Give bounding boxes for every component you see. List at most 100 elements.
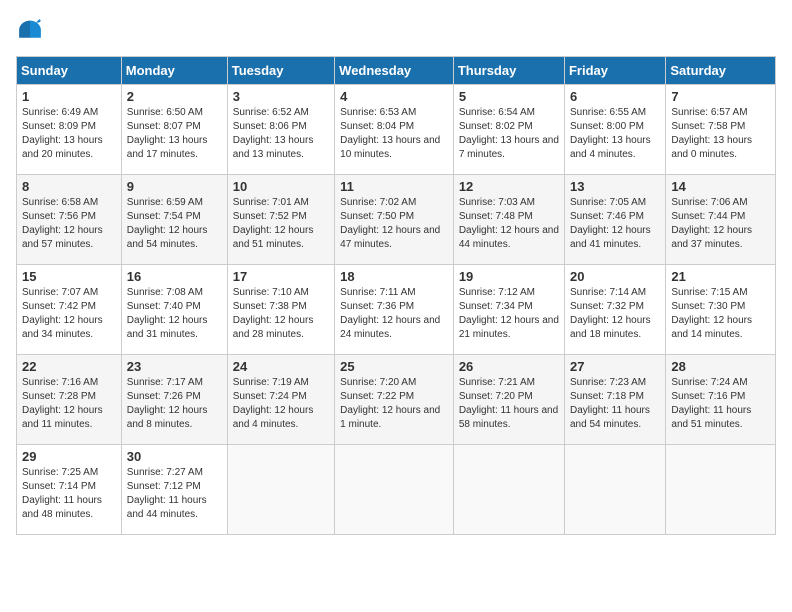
- day-info: Sunrise: 7:23 AMSunset: 7:18 PMDaylight:…: [570, 377, 650, 430]
- day-cell: 27 Sunrise: 7:23 AMSunset: 7:18 PMDayligh…: [564, 355, 665, 445]
- day-number: 18: [340, 269, 448, 284]
- day-cell: 7 Sunrise: 6:57 AMSunset: 7:58 PMDaylight…: [666, 85, 776, 175]
- day-cell: 9 Sunrise: 6:59 AMSunset: 7:54 PMDaylight…: [121, 175, 227, 265]
- day-cell: 8 Sunrise: 6:58 AMSunset: 7:56 PMDaylight…: [17, 175, 122, 265]
- day-number: 11: [340, 179, 448, 194]
- day-number: 8: [22, 179, 116, 194]
- day-number: 29: [22, 449, 116, 464]
- day-cell: 22 Sunrise: 7:16 AMSunset: 7:28 PMDayligh…: [17, 355, 122, 445]
- day-number: 5: [459, 89, 559, 104]
- column-header-saturday: Saturday: [666, 57, 776, 85]
- day-info: Sunrise: 6:54 AMSunset: 8:02 PMDaylight:…: [459, 107, 559, 160]
- day-number: 16: [127, 269, 222, 284]
- empty-cell: [564, 445, 665, 535]
- column-header-sunday: Sunday: [17, 57, 122, 85]
- day-info: Sunrise: 6:53 AMSunset: 8:04 PMDaylight:…: [340, 107, 440, 160]
- empty-cell: [453, 445, 564, 535]
- day-number: 10: [233, 179, 329, 194]
- day-cell: 11Sunrise: 7:02 AMSunset: 7:50 PMDayligh…: [335, 175, 454, 265]
- day-number: 22: [22, 359, 116, 374]
- day-number: 27: [570, 359, 660, 374]
- empty-cell: [335, 445, 454, 535]
- day-info: Sunrise: 7:05 AMSunset: 7:46 PMDaylight:…: [570, 197, 651, 250]
- day-info: Sunrise: 7:06 AMSunset: 7:44 PMDaylight:…: [671, 197, 752, 250]
- day-info: Sunrise: 7:24 AMSunset: 7:16 PMDaylight:…: [671, 377, 751, 430]
- calendar-header: SundayMondayTuesdayWednesdayThursdayFrid…: [17, 57, 776, 85]
- day-number: 24: [233, 359, 329, 374]
- day-info: Sunrise: 7:10 AMSunset: 7:38 PMDaylight:…: [233, 287, 314, 340]
- day-cell: 15Sunrise: 7:07 AMSunset: 7:42 PMDayligh…: [17, 265, 122, 355]
- day-cell: 18 Sunrise: 7:11 AMSunset: 7:36 PMDayligh…: [335, 265, 454, 355]
- day-info: Sunrise: 7:25 AMSunset: 7:14 PMDaylight:…: [22, 467, 102, 520]
- header-row: SundayMondayTuesdayWednesdayThursdayFrid…: [17, 57, 776, 85]
- day-info: Sunrise: 7:21 AMSunset: 7:20 PMDaylight:…: [459, 377, 558, 430]
- day-cell: 14 Sunrise: 7:06 AMSunset: 7:44 PMDayligh…: [666, 175, 776, 265]
- day-cell: 3Sunrise: 6:52 AMSunset: 8:06 PMDaylight…: [227, 85, 334, 175]
- empty-cell: [227, 445, 334, 535]
- day-info: Sunrise: 6:55 AMSunset: 8:00 PMDaylight:…: [570, 107, 651, 160]
- day-cell: 2 Sunrise: 6:50 AMSunset: 8:07 PMDaylight…: [121, 85, 227, 175]
- day-info: Sunrise: 7:03 AMSunset: 7:48 PMDaylight:…: [459, 197, 559, 250]
- day-info: Sunrise: 6:58 AMSunset: 7:56 PMDaylight:…: [22, 197, 103, 250]
- day-info: Sunrise: 7:01 AMSunset: 7:52 PMDaylight:…: [233, 197, 314, 250]
- day-info: Sunrise: 6:57 AMSunset: 7:58 PMDaylight:…: [671, 107, 752, 160]
- day-info: Sunrise: 6:59 AMSunset: 7:54 PMDaylight:…: [127, 197, 208, 250]
- day-number: 2: [127, 89, 222, 104]
- column-header-wednesday: Wednesday: [335, 57, 454, 85]
- day-number: 9: [127, 179, 222, 194]
- day-info: Sunrise: 7:15 AMSunset: 7:30 PMDaylight:…: [671, 287, 752, 340]
- day-info: Sunrise: 7:20 AMSunset: 7:22 PMDaylight:…: [340, 377, 440, 430]
- day-info: Sunrise: 6:50 AMSunset: 8:07 PMDaylight:…: [127, 107, 208, 160]
- day-info: Sunrise: 7:16 AMSunset: 7:28 PMDaylight:…: [22, 377, 103, 430]
- column-header-monday: Monday: [121, 57, 227, 85]
- day-number: 12: [459, 179, 559, 194]
- day-cell: 19 Sunrise: 7:12 AMSunset: 7:34 PMDayligh…: [453, 265, 564, 355]
- day-info: Sunrise: 7:07 AMSunset: 7:42 PMDaylight:…: [22, 287, 103, 340]
- day-number: 25: [340, 359, 448, 374]
- week-row: 15Sunrise: 7:07 AMSunset: 7:42 PMDayligh…: [17, 265, 776, 355]
- day-number: 26: [459, 359, 559, 374]
- day-number: 21: [671, 269, 770, 284]
- day-number: 7: [671, 89, 770, 104]
- empty-cell: [666, 445, 776, 535]
- day-number: 4: [340, 89, 448, 104]
- day-cell: 17 Sunrise: 7:10 AMSunset: 7:38 PMDayligh…: [227, 265, 334, 355]
- column-header-tuesday: Tuesday: [227, 57, 334, 85]
- day-number: 19: [459, 269, 559, 284]
- day-info: Sunrise: 7:11 AMSunset: 7:36 PMDaylight:…: [340, 287, 440, 340]
- week-row: 8 Sunrise: 6:58 AMSunset: 7:56 PMDaylight…: [17, 175, 776, 265]
- day-number: 30: [127, 449, 222, 464]
- day-cell: 6 Sunrise: 6:55 AMSunset: 8:00 PMDaylight…: [564, 85, 665, 175]
- day-cell: 4 Sunrise: 6:53 AMSunset: 8:04 PMDaylight…: [335, 85, 454, 175]
- day-cell: 23Sunrise: 7:17 AMSunset: 7:26 PMDayligh…: [121, 355, 227, 445]
- calendar-body: 1 Sunrise: 6:49 AMSunset: 8:09 PMDaylight…: [17, 85, 776, 535]
- day-cell: 10 Sunrise: 7:01 AMSunset: 7:52 PMDayligh…: [227, 175, 334, 265]
- day-info: Sunrise: 7:27 AMSunset: 7:12 PMDaylight:…: [127, 467, 207, 520]
- day-cell: 21 Sunrise: 7:15 AMSunset: 7:30 PMDayligh…: [666, 265, 776, 355]
- day-number: 17: [233, 269, 329, 284]
- day-info: Sunrise: 7:08 AMSunset: 7:40 PMDaylight:…: [127, 287, 208, 340]
- day-cell: 16 Sunrise: 7:08 AMSunset: 7:40 PMDayligh…: [121, 265, 227, 355]
- day-cell: 5 Sunrise: 6:54 AMSunset: 8:02 PMDaylight…: [453, 85, 564, 175]
- day-info: Sunrise: 7:19 AMSunset: 7:24 PMDaylight:…: [233, 377, 314, 430]
- day-info: Sunrise: 6:52 AMSunset: 8:06 PMDaylight:…: [233, 107, 314, 160]
- day-number: 6: [570, 89, 660, 104]
- day-number: 14: [671, 179, 770, 194]
- day-number: 20: [570, 269, 660, 284]
- day-number: 13: [570, 179, 660, 194]
- day-cell: 25 Sunrise: 7:20 AMSunset: 7:22 PMDayligh…: [335, 355, 454, 445]
- day-cell: 28Sunrise: 7:24 AMSunset: 7:16 PMDayligh…: [666, 355, 776, 445]
- week-row: 29 Sunrise: 7:25 AMSunset: 7:14 PMDayligh…: [17, 445, 776, 535]
- day-cell: 13 Sunrise: 7:05 AMSunset: 7:46 PMDayligh…: [564, 175, 665, 265]
- day-number: 1: [22, 89, 116, 104]
- day-cell: 30 Sunrise: 7:27 AMSunset: 7:12 PMDayligh…: [121, 445, 227, 535]
- week-row: 1 Sunrise: 6:49 AMSunset: 8:09 PMDaylight…: [17, 85, 776, 175]
- day-info: Sunrise: 7:12 AMSunset: 7:34 PMDaylight:…: [459, 287, 559, 340]
- logo-icon: [16, 16, 44, 44]
- calendar-table: SundayMondayTuesdayWednesdayThursdayFrid…: [16, 56, 776, 535]
- day-info: Sunrise: 6:49 AMSunset: 8:09 PMDaylight:…: [22, 107, 103, 160]
- week-row: 22 Sunrise: 7:16 AMSunset: 7:28 PMDayligh…: [17, 355, 776, 445]
- day-info: Sunrise: 7:14 AMSunset: 7:32 PMDaylight:…: [570, 287, 651, 340]
- day-info: Sunrise: 7:17 AMSunset: 7:26 PMDaylight:…: [127, 377, 208, 430]
- page-header: [16, 16, 776, 44]
